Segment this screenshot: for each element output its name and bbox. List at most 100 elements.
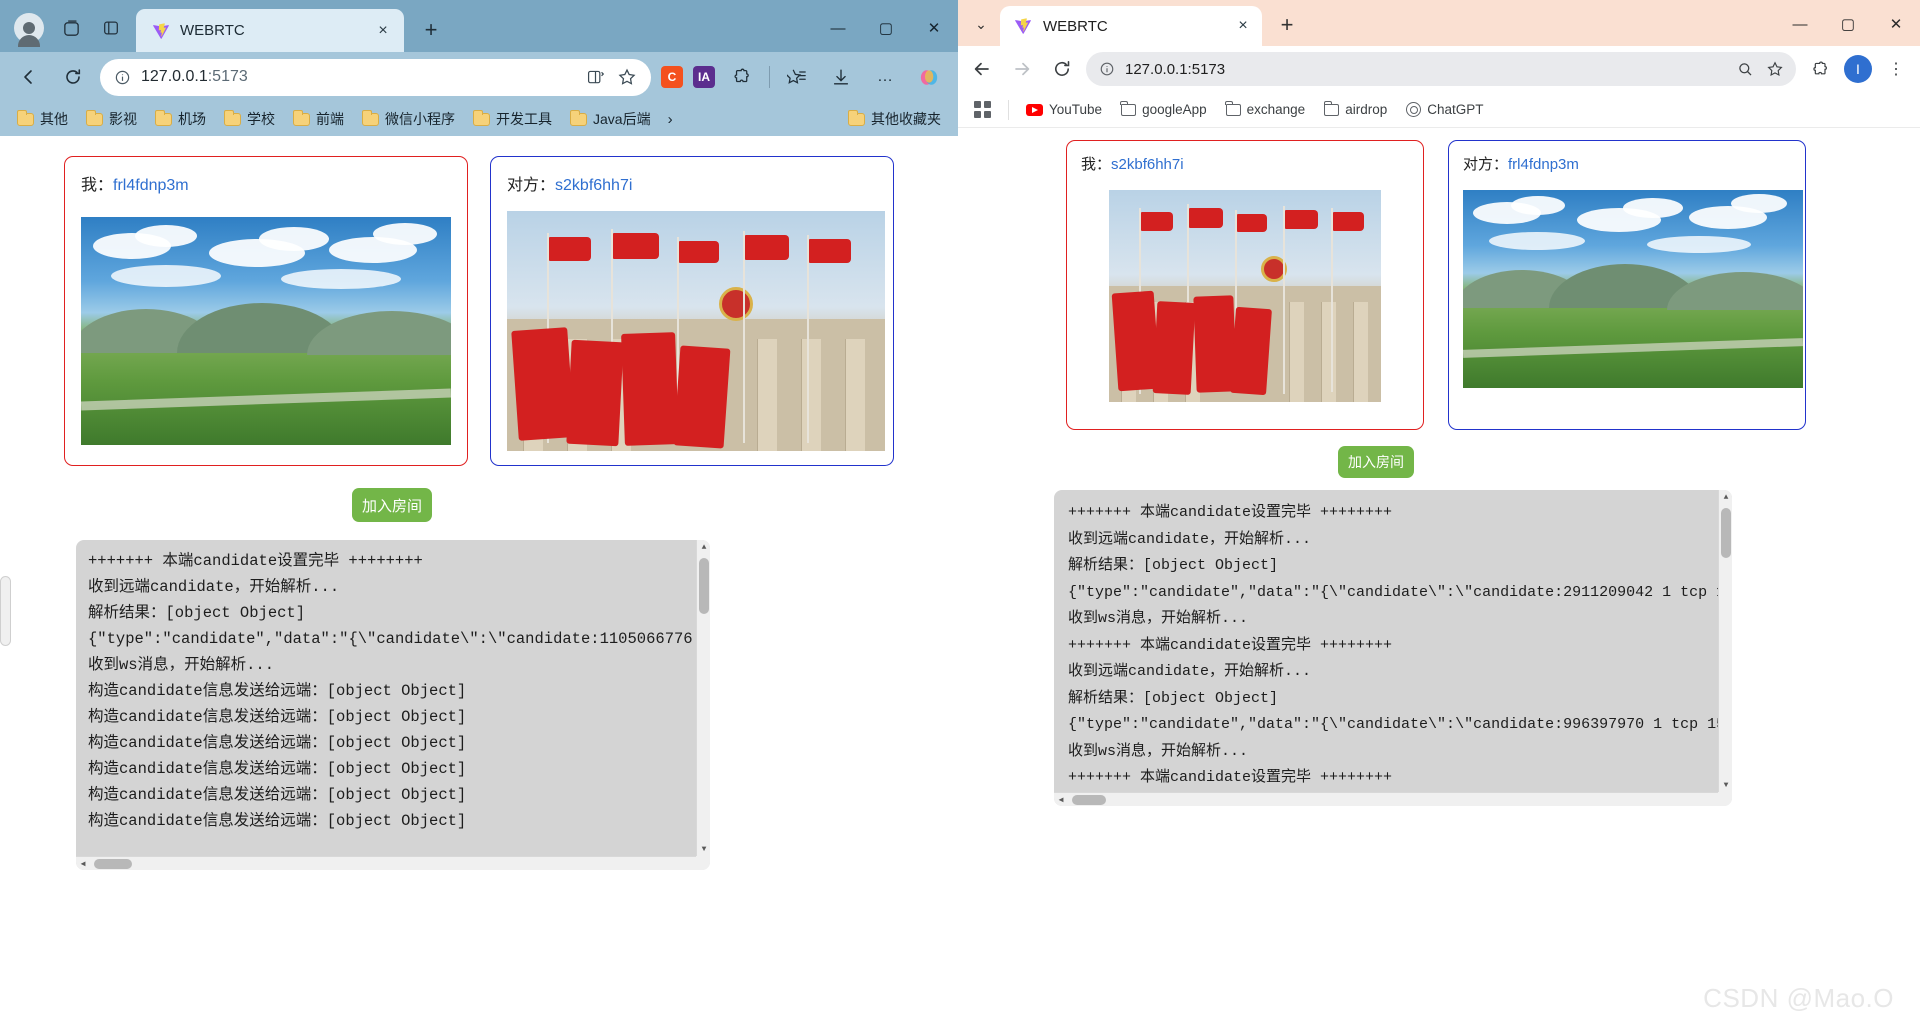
site-info-icon[interactable]	[1099, 61, 1115, 77]
bookmark-item[interactable]: 前端	[286, 106, 351, 132]
right-new-tab-button[interactable]: +	[1270, 8, 1304, 42]
profile-avatar-button[interactable]	[14, 13, 44, 47]
right-maximize-button[interactable]: ▢	[1824, 4, 1872, 44]
tab-search-chevron-icon[interactable]: ⌄	[964, 7, 998, 41]
scroll-up-arrow-icon[interactable]: ▲	[697, 540, 710, 554]
collections-icon[interactable]	[780, 60, 814, 94]
chrome-menu-icon[interactable]: ⋮	[1880, 53, 1912, 85]
reload-button[interactable]	[1046, 53, 1078, 85]
extension-ia-icon[interactable]: IA	[693, 66, 715, 88]
folder-icon	[224, 109, 241, 126]
scrollbar-corner	[696, 856, 710, 870]
left-new-tab-button[interactable]: +	[414, 13, 448, 47]
toolbar-separator	[769, 66, 770, 88]
profile-avatar[interactable]: I	[1844, 55, 1872, 83]
bookmark-item[interactable]: 开发工具	[466, 106, 559, 132]
left-browser-tab[interactable]: WEBRTC ×	[136, 9, 404, 52]
forward-button[interactable]	[1006, 53, 1038, 85]
apps-shortcut-button[interactable]	[966, 97, 999, 122]
scroll-left-arrow-icon[interactable]: ◀	[76, 857, 90, 870]
reload-button[interactable]	[56, 60, 90, 94]
extension-c-icon[interactable]: C	[661, 66, 683, 88]
scroll-left-arrow-icon[interactable]: ◀	[1054, 793, 1068, 806]
split-screen-icon[interactable]	[586, 68, 605, 87]
bookmarks-overflow-chevron-icon[interactable]: ›	[662, 111, 679, 128]
bookmark-item-exchange[interactable]: exchange	[1218, 98, 1314, 121]
bookmark-item[interactable]: 学校	[217, 106, 282, 132]
left-log-horizontal-scrollbar[interactable]: ◀ ▶	[76, 856, 710, 870]
left-local-video[interactable]	[81, 217, 451, 445]
left-maximize-button[interactable]: ▢	[862, 8, 910, 48]
workspaces-icon[interactable]	[58, 15, 84, 41]
back-button[interactable]	[12, 60, 46, 94]
chatgpt-icon	[1406, 102, 1422, 117]
bookmark-item-airdrop[interactable]: airdrop	[1316, 98, 1395, 121]
scroll-down-arrow-icon[interactable]: ▼	[697, 842, 710, 856]
downloads-icon[interactable]	[824, 60, 858, 94]
apps-grid-icon	[974, 101, 991, 118]
bookmark-item-youtube[interactable]: YouTube	[1018, 98, 1110, 121]
right-titlebar: ⌄ WEBRTC × + — ▢ ✕	[958, 0, 1920, 46]
left-close-button[interactable]: ✕	[910, 8, 958, 48]
site-info-icon[interactable]	[114, 69, 131, 86]
bookmark-item[interactable]: 机场	[148, 106, 213, 132]
zoom-search-icon[interactable]	[1737, 61, 1754, 78]
right-local-video[interactable]	[1109, 190, 1381, 402]
right-log-lines: +++++++ 本端candidate设置完毕 ++++++++ 收到远端can…	[1054, 490, 1718, 792]
left-minimize-button[interactable]: —	[814, 8, 862, 48]
right-log-vertical-scrollbar[interactable]: ▲ ▼	[1718, 490, 1732, 792]
favorite-star-icon[interactable]	[617, 67, 637, 87]
horizontal-scroll-thumb[interactable]	[94, 859, 132, 869]
left-address-bar[interactable]: 127.0.0.1:5173	[100, 58, 651, 96]
scrollbar-corner	[1718, 792, 1732, 806]
scroll-up-arrow-icon[interactable]: ▲	[1719, 490, 1732, 504]
log-line: 解析结果：[object Object]	[1068, 689, 1279, 707]
right-remote-video[interactable]	[1463, 190, 1803, 388]
favorite-star-icon[interactable]	[1766, 60, 1784, 78]
right-log-horizontal-scrollbar[interactable]: ◀ ▶	[1054, 792, 1732, 806]
right-log-console[interactable]: +++++++ 本端candidate设置完毕 ++++++++ 收到远端can…	[1054, 490, 1732, 806]
right-minimize-button[interactable]: —	[1776, 4, 1824, 44]
bookmark-item[interactable]: 其他	[10, 106, 75, 132]
right-close-button[interactable]: ✕	[1872, 4, 1920, 44]
right-local-peer-label: 我：s2kbf6hh7i	[1081, 156, 1184, 173]
bookmark-other-folder[interactable]: 其他收藏夹	[841, 106, 948, 132]
horizontal-scroll-thumb[interactable]	[1072, 795, 1106, 805]
left-join-room-button[interactable]: 加入房间	[352, 488, 432, 522]
left-log-lines: +++++++ 本端candidate设置完毕 ++++++++ 收到远端can…	[76, 540, 696, 856]
right-remote-peer-card: 对方：frl4fdnp3m	[1448, 140, 1806, 430]
bookmark-item[interactable]: 微信小程序	[355, 106, 462, 132]
left-tab-close-icon[interactable]: ×	[372, 20, 394, 42]
bookmark-item-chatgpt[interactable]: ChatGPT	[1398, 98, 1491, 121]
folder-icon	[570, 109, 587, 126]
left-remote-peer-label: 对方：s2kbf6hh7i	[507, 177, 633, 194]
left-page-scrollbar[interactable]	[0, 576, 11, 646]
left-log-console[interactable]: +++++++ 本端candidate设置完毕 ++++++++ 收到远端can…	[76, 540, 710, 870]
left-log-vertical-scrollbar[interactable]: ▲ ▼	[696, 540, 710, 856]
bookmark-item[interactable]: Java后端	[563, 106, 658, 132]
bookmark-item-googleapp[interactable]: googleApp	[1113, 98, 1215, 121]
extensions-puzzle-icon[interactable]	[725, 60, 759, 94]
left-remote-video[interactable]	[507, 211, 885, 451]
bookmark-item[interactable]: 影视	[79, 106, 144, 132]
left-omnibox-actions	[586, 67, 641, 87]
bookmark-label: 其他	[40, 111, 68, 127]
vertical-scroll-thumb[interactable]	[1721, 508, 1731, 558]
right-browser-tab[interactable]: WEBRTC ×	[1000, 6, 1262, 46]
bookmark-label: googleApp	[1142, 102, 1207, 117]
bookmark-label: YouTube	[1049, 102, 1103, 117]
right-address-bar[interactable]: 127.0.0.1:5173	[1086, 52, 1796, 86]
vertical-scroll-thumb[interactable]	[699, 558, 709, 614]
copilot-icon[interactable]	[912, 60, 946, 94]
split-pane-icon[interactable]	[98, 15, 124, 41]
scroll-down-arrow-icon[interactable]: ▼	[1719, 778, 1732, 792]
right-tab-close-icon[interactable]: ×	[1232, 15, 1254, 37]
extensions-icon[interactable]	[1804, 53, 1836, 85]
log-line: +++++++ 本端candidate设置完毕 ++++++++	[1068, 504, 1393, 521]
grassland-scene	[1463, 190, 1803, 388]
log-line: {"type":"candidate","data":"{\"candidate…	[88, 630, 696, 648]
back-button[interactable]	[966, 53, 998, 85]
log-line: 解析结果：[object Object]	[1068, 557, 1279, 574]
right-join-room-button[interactable]: 加入房间	[1338, 446, 1414, 478]
more-options-icon[interactable]: …	[868, 60, 902, 94]
